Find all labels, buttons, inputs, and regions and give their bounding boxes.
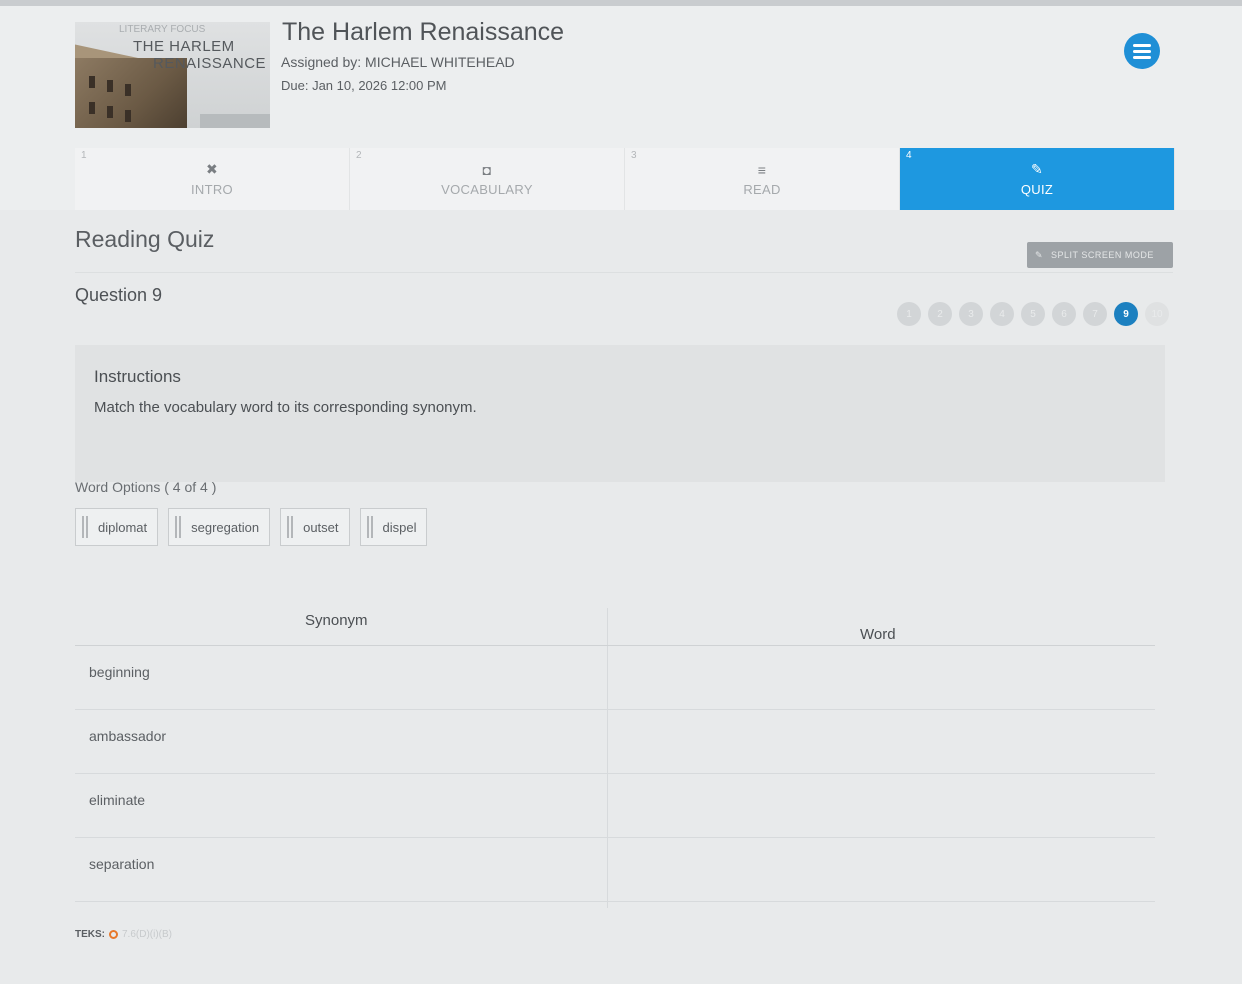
instructions-panel: Instructions Match the vocabulary word t…: [75, 345, 1165, 482]
divider: [75, 272, 1173, 273]
instructions-title: Instructions: [94, 367, 181, 386]
window: [107, 80, 113, 92]
puzzle-icon: ✖: [205, 161, 219, 177]
word-chip-label: dispel: [382, 519, 417, 535]
word-chip[interactable]: dispel: [359, 508, 428, 546]
due-date: Due: Jan 10, 2026 12:00 PM: [281, 78, 447, 93]
activity-tabs: 1 ✖ INTRO 2 ◘ VOCABULARY 3 ≡ READ 4 ✎ QU…: [75, 148, 1175, 210]
word-column-header: Word: [860, 626, 896, 643]
question-dot[interactable]: 2: [928, 302, 952, 326]
table-row: beginning: [75, 646, 1155, 710]
teks-code[interactable]: 7.6(D)(i)(B): [122, 929, 172, 940]
table-row: eliminate: [75, 774, 1155, 838]
question-dot[interactable]: 5: [1021, 302, 1045, 326]
tab-number: 2: [356, 150, 362, 161]
top-strip: [0, 0, 1242, 6]
table-header: Synonym Word: [75, 608, 1155, 646]
table-row: separation: [75, 838, 1155, 902]
window: [125, 84, 131, 96]
word-drop-zone[interactable]: [608, 710, 1155, 774]
section-heading: Reading Quiz: [75, 226, 215, 252]
drag-handle-icon: [82, 516, 88, 538]
thumbnail-kicker: LITERARY FOCUS: [119, 24, 206, 35]
assignment-title: The Harlem Renaissance: [282, 18, 565, 46]
window: [107, 106, 113, 118]
vocabulary-icon: ◘: [482, 161, 492, 178]
tab-read[interactable]: 3 ≡ READ: [625, 148, 900, 210]
tab-number: 4: [906, 150, 912, 161]
synonym-column-header: Synonym: [305, 612, 368, 629]
pencil-icon: ✎: [1035, 249, 1044, 260]
word-chip-label: diplomat: [98, 519, 148, 535]
tab-label: QUIZ: [1020, 182, 1054, 197]
question-dot[interactable]: 7: [1083, 302, 1107, 326]
question-progress: 1 2 3 4 5 6 7 9 10: [897, 302, 1169, 326]
question-dot[interactable]: 3: [959, 302, 983, 326]
assignment-header: LITERARY FOCUS THE HARLEM RENAISSANCE Th…: [0, 0, 1242, 210]
tab-quiz[interactable]: 4 ✎ QUIZ: [900, 148, 1175, 210]
thumbnail-shadow: [200, 114, 270, 128]
standard-icon: [109, 930, 118, 939]
question-dot[interactable]: 6: [1052, 302, 1076, 326]
teks-standard: TEKS: 7.6(D)(i)(B): [75, 929, 172, 940]
thumbnail-title-line-2: RENAISSANCE: [153, 55, 267, 72]
question-label: Question 9: [75, 285, 163, 305]
word-options-label: Word Options ( 4 of 4 ): [75, 479, 217, 495]
synonym-cell: beginning: [89, 664, 150, 680]
tab-label: VOCABULARY: [441, 181, 533, 197]
word-chip-label: outset: [303, 519, 339, 535]
tab-label: READ: [743, 181, 781, 197]
thumbnail-title-line-1: THE HARLEM: [133, 38, 235, 55]
synonym-cell: eliminate: [89, 792, 146, 808]
assigned-by: Assigned by: MICHAEL WHITEHEAD: [281, 54, 515, 70]
question-dot-current[interactable]: 9: [1114, 302, 1138, 326]
question-dot[interactable]: 4: [990, 302, 1014, 326]
tab-vocabulary[interactable]: 2 ◘ VOCABULARY: [350, 148, 625, 210]
tab-label: INTRO: [191, 182, 233, 197]
table-row: ambassador: [75, 710, 1155, 774]
tab-number: 3: [631, 150, 637, 161]
drag-handle-icon: [287, 516, 294, 538]
word-drop-zone[interactable]: [608, 646, 1155, 710]
question-dot[interactable]: 1: [897, 302, 921, 326]
menu-icon: [1133, 43, 1151, 47]
word-drop-zone[interactable]: [608, 838, 1155, 902]
split-screen-label: SPLIT SCREEN MODE: [1051, 250, 1154, 260]
word-chip[interactable]: outset: [280, 508, 350, 546]
synonym-cell: separation: [89, 856, 155, 872]
teks-label: TEKS:: [75, 929, 105, 940]
drag-handle-icon: [366, 516, 373, 538]
synonym-cell: ambassador: [89, 728, 167, 744]
split-screen-button[interactable]: ✎ SPLIT SCREEN MODE: [1027, 242, 1173, 268]
window: [89, 76, 95, 88]
tab-number: 1: [81, 150, 87, 161]
assignment-thumbnail: LITERARY FOCUS THE HARLEM RENAISSANCE: [75, 22, 270, 128]
word-options: diplomat segregation outset dispel: [75, 508, 428, 546]
word-drop-zone[interactable]: [608, 774, 1155, 838]
tab-intro[interactable]: 1 ✖ INTRO: [75, 148, 350, 210]
window: [125, 110, 131, 122]
window: [89, 102, 95, 114]
word-chip[interactable]: segregation: [168, 508, 271, 546]
lines-icon: ≡: [757, 161, 767, 178]
matching-table: Synonym Word beginning ambassador elimin…: [75, 608, 1155, 908]
word-chip[interactable]: diplomat: [75, 508, 159, 546]
question-dot[interactable]: 10: [1145, 302, 1169, 326]
quiz-content: Reading Quiz ✎ SPLIT SCREEN MODE Questio…: [0, 210, 1242, 984]
word-chip-label: segregation: [191, 519, 260, 535]
drag-handle-icon: [175, 516, 182, 538]
menu-button[interactable]: [1124, 33, 1160, 69]
instructions-text: Match the vocabulary word to its corresp…: [94, 399, 477, 416]
quiz-icon: ✎: [1030, 161, 1044, 177]
